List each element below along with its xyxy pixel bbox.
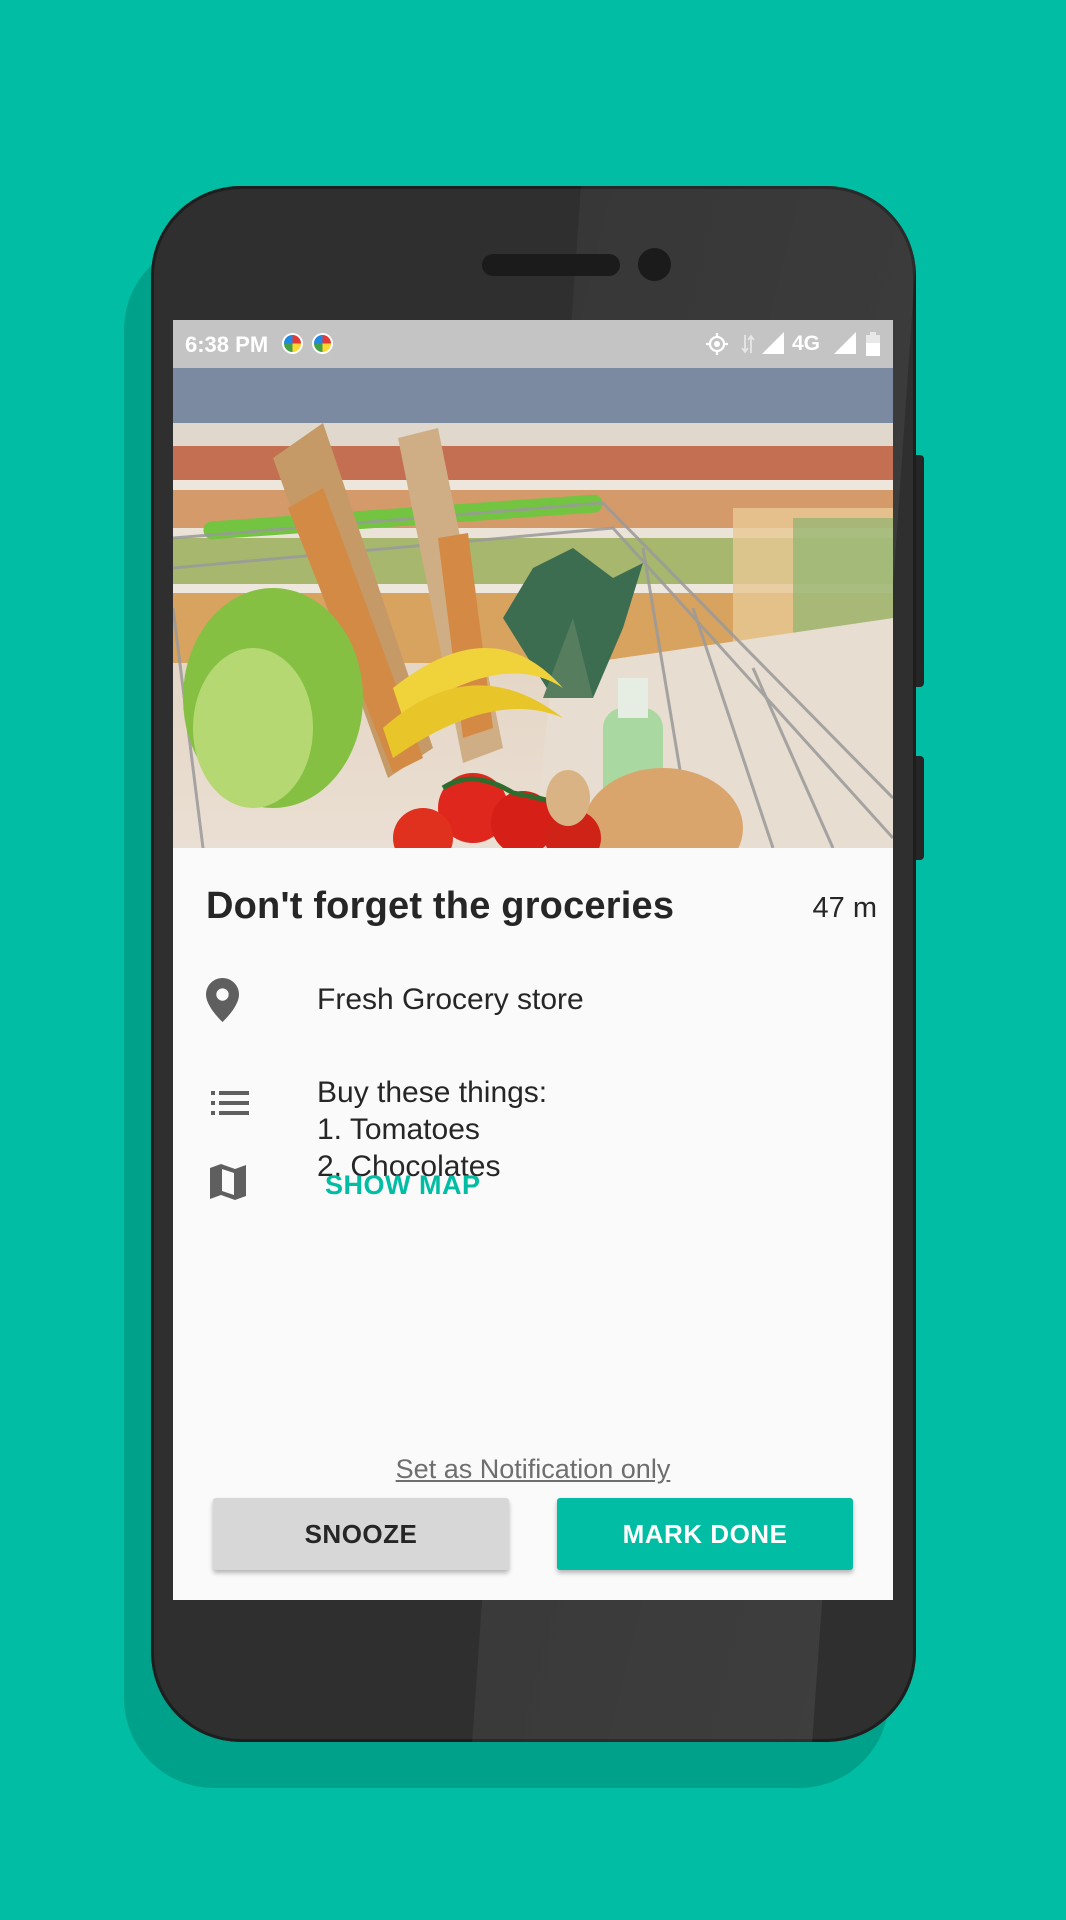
network-type-label: 4G <box>792 332 821 355</box>
reminder-hero-image <box>173 368 893 848</box>
location-pin-icon <box>206 978 239 1022</box>
signal-icon <box>834 332 856 354</box>
set-notification-only-link[interactable]: Set as Notification only <box>173 1454 893 1485</box>
notification-icon <box>284 335 301 352</box>
signal-icon <box>762 332 784 354</box>
mark-done-button[interactable]: MARK DONE <box>557 1498 853 1570</box>
snooze-button[interactable]: SNOOZE <box>213 1498 509 1570</box>
reminder-distance: 47 m <box>812 892 877 924</box>
status-bar: 6:38 PM 4G <box>173 320 893 368</box>
phone-volume-button <box>916 455 924 687</box>
notification-icon <box>314 335 331 352</box>
status-time: 6:38 PM <box>185 332 269 357</box>
notes-line: Buy these things: <box>317 1076 548 1109</box>
grocery-cart-illustration <box>173 368 893 848</box>
phone-speaker <box>482 254 620 276</box>
data-arrows-icon <box>741 334 755 354</box>
reminder-location: Fresh Grocery store <box>317 983 584 1016</box>
phone-camera <box>638 248 671 281</box>
list-icon <box>211 1091 249 1115</box>
phone-power-button <box>916 756 924 860</box>
battery-icon <box>866 332 880 356</box>
map-icon <box>210 1164 246 1200</box>
location-icon <box>706 333 728 355</box>
screen: 6:38 PM 4G Don't forget the groceries 47… <box>173 320 893 1600</box>
show-map-button[interactable]: SHOW MAP <box>325 1170 481 1201</box>
notes-line: 1. Tomatoes <box>317 1113 480 1146</box>
reminder-notes: Buy these things: 1. Tomatoes 2. Chocola… <box>317 1074 547 1185</box>
reminder-title: Don't forget the groceries <box>206 885 675 927</box>
